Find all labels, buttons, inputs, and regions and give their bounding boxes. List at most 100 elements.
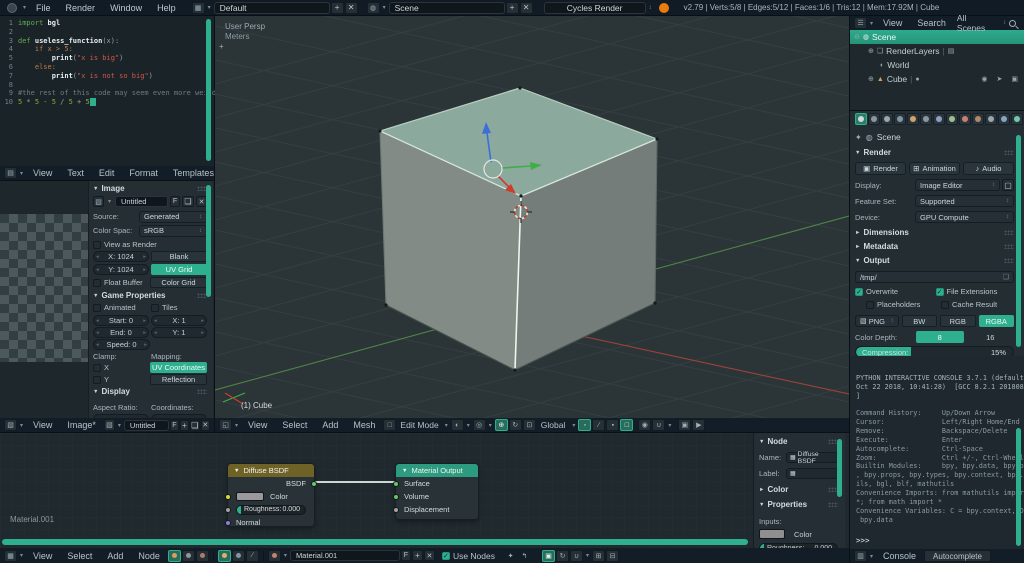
tab-texture[interactable]	[972, 113, 984, 125]
surface-input-socket[interactable]	[393, 480, 399, 487]
anim-start-field[interactable]: ◂ Start: 0 ▸	[93, 315, 149, 326]
image-width-field[interactable]: ◂ X: 1024 ▸	[93, 251, 149, 262]
app-menu-icon[interactable]	[7, 2, 17, 13]
color-input-socket[interactable]	[225, 493, 231, 500]
diffuse-node-header[interactable]: ▼ Diffuse BSDF	[228, 464, 314, 477]
tab-physics[interactable]	[998, 113, 1010, 125]
tab-material[interactable]	[959, 113, 971, 125]
select-menu[interactable]: Select	[275, 420, 314, 430]
layout-delete-button[interactable]: ✕	[344, 1, 358, 14]
shader-tree-icon[interactable]	[167, 549, 181, 562]
new-image-button[interactable]: +	[179, 419, 190, 431]
proportional-edit-icon[interactable]: ◉	[638, 419, 652, 431]
editor-type-3dview-icon[interactable]: ◱	[219, 419, 232, 431]
console-prompt[interactable]: >>>	[856, 536, 870, 545]
node-editor-hscrollbar[interactable]	[2, 539, 748, 545]
visibility-eye-icon[interactable]: ◉	[981, 75, 987, 83]
clamp-x-checkbox[interactable]: X	[93, 363, 148, 372]
snap-icon[interactable]: ∪	[570, 549, 583, 562]
console-scrollbar[interactable]	[1016, 428, 1021, 546]
paste-node-icon[interactable]: ⊟	[606, 549, 620, 562]
outliner-item-world[interactable]: ◐ World	[850, 58, 1024, 72]
world-shader-icon[interactable]	[231, 549, 245, 562]
layout-add-button[interactable]: +	[330, 1, 344, 14]
image-name-field[interactable]: Untitled	[115, 196, 168, 207]
image-editor[interactable]: ▼ Image ▧ ▾ Untitled F ❏ ✕ Source: Generat…	[0, 180, 215, 432]
view-as-render-checkbox[interactable]: View as Render	[93, 240, 207, 249]
face-select-icon[interactable]: ▪	[606, 419, 620, 431]
viewport-shading-icon[interactable]: ◐	[450, 419, 464, 431]
manipulator-scale-icon[interactable]: ⊡	[522, 419, 536, 431]
render-panel-header[interactable]: ▼ Render	[855, 148, 891, 157]
autocomplete-button[interactable]: Autocomplete	[924, 550, 991, 562]
new-material-button[interactable]: +	[411, 550, 423, 561]
screen-layout-field[interactable]: Default	[213, 1, 330, 14]
panel-grip-icon[interactable]	[1004, 258, 1014, 263]
tiles-checkbox[interactable]: Tiles	[151, 303, 207, 312]
manipulator-translate-icon[interactable]: ⊕	[494, 419, 508, 431]
scene-add-button[interactable]: +	[505, 1, 519, 14]
node-menu-view[interactable]: View	[26, 551, 59, 561]
opengl-render-anim-icon[interactable]: ▶	[692, 419, 706, 431]
render-engine-select[interactable]: Cycles Render	[543, 1, 646, 14]
node-panel-scrollbar[interactable]	[837, 439, 842, 497]
manipulator-rotate-icon[interactable]: ↻	[508, 419, 522, 431]
folder-icon[interactable]: ❏	[1003, 273, 1009, 281]
outliner-menu-view[interactable]: View	[876, 18, 909, 28]
view-menu[interactable]: View	[241, 420, 274, 430]
image-height-field[interactable]: ◂ Y: 1024 ▸	[93, 264, 149, 275]
editor-type-text-icon[interactable]: ▤	[4, 167, 17, 179]
normal-input-socket[interactable]	[225, 519, 231, 526]
device-select[interactable]: GPU Compute ↕	[915, 211, 1014, 223]
output-panel-header[interactable]: ▼ Output	[855, 256, 890, 265]
render-display-select[interactable]: Image Editor ↕	[915, 179, 1000, 191]
editor-type-image-icon[interactable]: ▧	[4, 419, 17, 431]
menu-window[interactable]: Window	[103, 3, 149, 13]
tab-scene[interactable]	[881, 113, 893, 125]
material-datablock-field[interactable]: Material.001	[289, 550, 400, 561]
open-image-button[interactable]: ❏	[182, 196, 194, 207]
node-name-field[interactable]: ▦ Diffuse BSDF	[786, 451, 838, 465]
mode-select[interactable]: Edit Mode	[397, 420, 441, 430]
python-console[interactable]: PYTHON INTERACTIVE CONSOLE 3.7.1 (defaul…	[849, 356, 1024, 563]
tab-more[interactable]	[1011, 113, 1023, 125]
color-swatch[interactable]	[236, 492, 264, 501]
image-panel-header[interactable]: ▼ Image	[93, 184, 125, 193]
roughness-slider[interactable]: Roughness: 0.000	[236, 504, 306, 515]
unlink-image-button[interactable]: ✕	[200, 419, 211, 431]
node-panel-header[interactable]: ▼ Node	[759, 437, 787, 446]
tiles-x-field[interactable]: ◂ X: 1 ▸	[151, 315, 207, 326]
output-node-header[interactable]: ▼ Material Output	[396, 464, 478, 477]
compositing-tree-icon[interactable]	[181, 549, 195, 562]
volume-input-socket[interactable]	[393, 493, 399, 500]
menu-help[interactable]: Help	[150, 3, 183, 13]
text-menu-text[interactable]: Text	[60, 168, 91, 178]
depth-16-button[interactable]: 16	[967, 331, 1015, 343]
output-path-field[interactable]: /tmp/❏	[855, 271, 1014, 283]
feature-set-select[interactable]: Supported ↕	[915, 195, 1014, 207]
node-properties-header[interactable]: ▼ Properties	[759, 500, 807, 509]
disclosure-icon[interactable]: ⊕	[868, 75, 874, 83]
search-icon[interactable]	[1009, 19, 1017, 27]
menu-render[interactable]: Render	[59, 3, 103, 13]
vertex-select-icon[interactable]: ◦	[578, 419, 592, 431]
game-properties-header[interactable]: ▼ Game Properties	[93, 291, 165, 300]
opengl-render-icon[interactable]: ▣	[678, 419, 692, 431]
disclosure-icon[interactable]: ⊖	[854, 33, 860, 41]
colorspace-select[interactable]: sRGB ↕	[139, 224, 207, 237]
occlude-geometry-icon[interactable]: □	[620, 419, 634, 431]
tab-object[interactable]	[907, 113, 919, 125]
node-editor[interactable]: Material.001 ▼ Diffuse BSDF BSDF Color Ro…	[0, 432, 849, 563]
text-menu-view[interactable]: View	[26, 168, 59, 178]
rgba-button[interactable]: RGBA	[978, 315, 1014, 327]
placeholders-checkbox[interactable]: Placeholders	[855, 300, 939, 309]
displacement-input-socket[interactable]	[393, 506, 399, 513]
image-panel-scrollbar[interactable]	[206, 185, 211, 297]
text-menu-templates[interactable]: Templates	[166, 168, 221, 178]
compression-slider[interactable]: Compression: 15%	[855, 346, 1014, 356]
text-menu-edit[interactable]: Edit	[92, 168, 122, 178]
pin-icon[interactable]: ✦	[855, 133, 862, 142]
linestyle-shader-icon[interactable]: ∕	[245, 549, 259, 562]
refresh-icon[interactable]: ↻	[556, 549, 569, 562]
bw-button[interactable]: BW	[901, 315, 937, 327]
